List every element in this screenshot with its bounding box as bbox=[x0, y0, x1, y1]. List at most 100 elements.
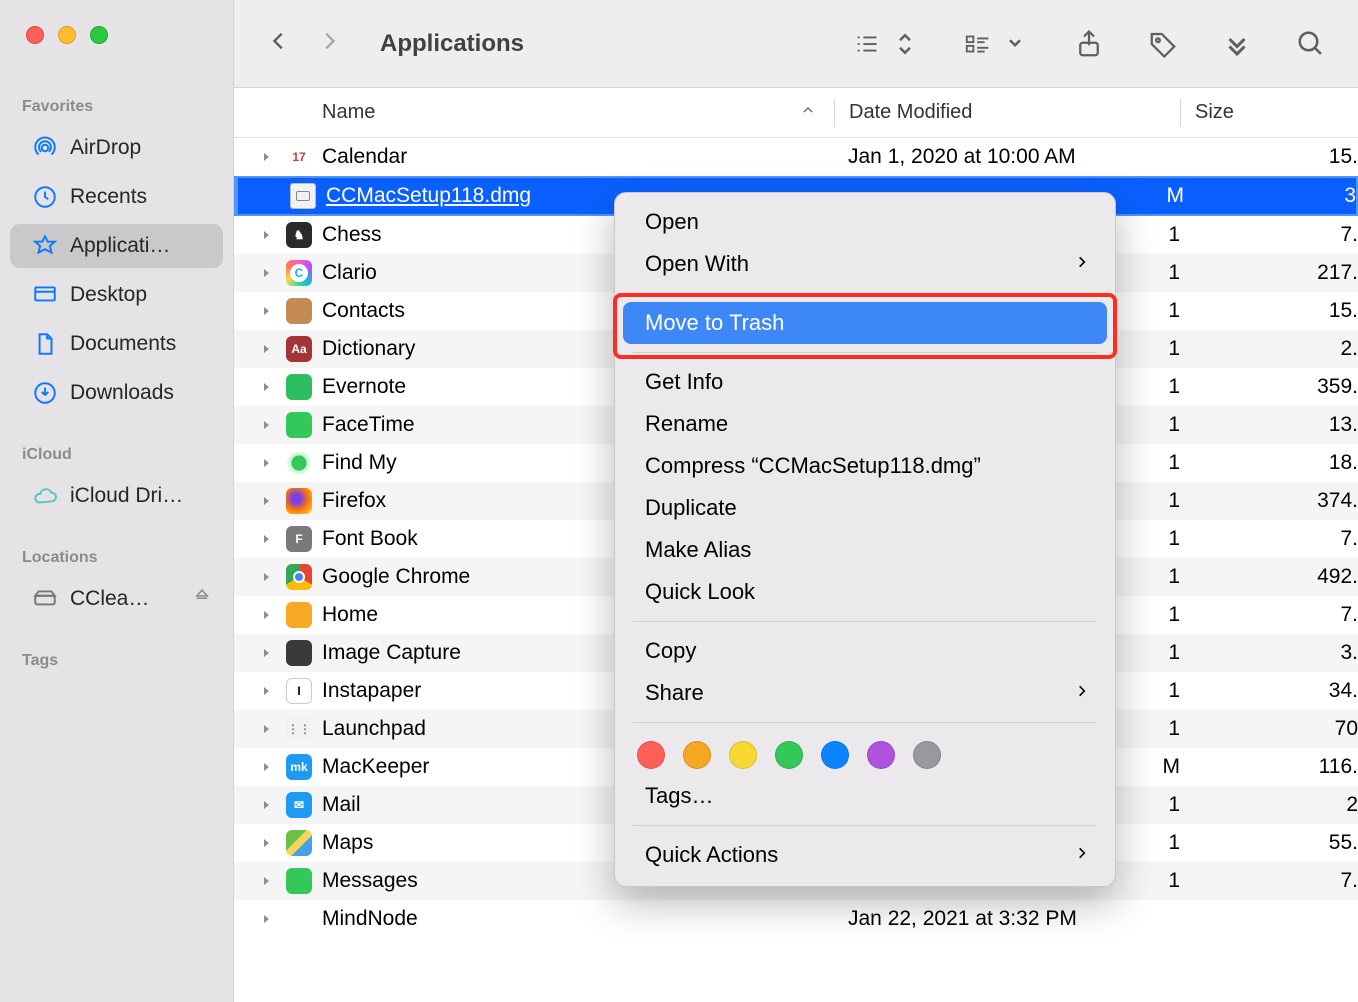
tags-button[interactable] bbox=[1148, 29, 1178, 59]
ctx-copy[interactable]: Copy bbox=[623, 630, 1107, 672]
disclosure-triangle-icon[interactable] bbox=[234, 723, 282, 735]
close-window-button[interactable] bbox=[26, 26, 44, 44]
file-icon bbox=[286, 183, 320, 209]
context-menu: Open Open With Move to Trash Get Info Re… bbox=[614, 192, 1116, 887]
ctx-move-to-trash[interactable]: Move to Trash bbox=[623, 302, 1107, 344]
forward-button[interactable] bbox=[318, 26, 340, 61]
sidebar-section-locations: Locations bbox=[0, 549, 233, 577]
column-size[interactable]: Size bbox=[1181, 101, 1358, 124]
column-name[interactable]: Name bbox=[234, 101, 834, 124]
sidebar-item-cclea-disk[interactable]: CClea… bbox=[10, 577, 223, 621]
file-icon: Aa bbox=[282, 336, 316, 362]
file-icon bbox=[282, 602, 316, 628]
file-size: 15. bbox=[1180, 299, 1358, 323]
file-size: 18. bbox=[1180, 451, 1358, 475]
file-icon bbox=[282, 412, 316, 438]
ctx-tag-colors bbox=[615, 731, 1115, 775]
sidebar-item-applications[interactable]: Applicati… bbox=[10, 224, 223, 268]
sidebar-item-airdrop[interactable]: AirDrop bbox=[10, 126, 223, 170]
tag-color-dot[interactable] bbox=[637, 741, 665, 769]
eject-icon[interactable] bbox=[193, 587, 211, 611]
ctx-tags[interactable]: Tags… bbox=[623, 775, 1107, 817]
file-name: Calendar bbox=[316, 145, 834, 169]
disclosure-triangle-icon[interactable] bbox=[234, 647, 282, 659]
disclosure-triangle-icon[interactable] bbox=[234, 495, 282, 507]
file-icon: mk bbox=[282, 754, 316, 780]
ctx-label: Tags… bbox=[645, 783, 713, 809]
ctx-open[interactable]: Open bbox=[623, 201, 1107, 243]
tag-color-dot[interactable] bbox=[729, 741, 757, 769]
chevron-right-icon bbox=[1075, 842, 1089, 868]
downloads-icon bbox=[32, 380, 58, 406]
ctx-duplicate[interactable]: Duplicate bbox=[623, 487, 1107, 529]
tag-color-dot[interactable] bbox=[683, 741, 711, 769]
chevron-right-icon bbox=[1075, 251, 1089, 277]
disclosure-triangle-icon[interactable] bbox=[234, 913, 282, 925]
tag-color-dot[interactable] bbox=[913, 741, 941, 769]
file-icon: ✉ bbox=[282, 792, 316, 818]
disclosure-triangle-icon[interactable] bbox=[234, 571, 282, 583]
disclosure-triangle-icon[interactable] bbox=[234, 267, 282, 279]
ctx-share[interactable]: Share bbox=[623, 672, 1107, 714]
disclosure-triangle-icon[interactable] bbox=[234, 837, 282, 849]
disclosure-triangle-icon[interactable] bbox=[234, 343, 282, 355]
back-button[interactable] bbox=[268, 26, 290, 61]
file-row[interactable]: MindNodeJan 22, 2021 at 3:32 PM bbox=[234, 900, 1358, 938]
file-icon: F bbox=[282, 526, 316, 552]
sidebar-item-documents[interactable]: Documents bbox=[10, 322, 223, 366]
window-title: Applications bbox=[380, 30, 524, 58]
ctx-make-alias[interactable]: Make Alias bbox=[623, 529, 1107, 571]
disclosure-triangle-icon[interactable] bbox=[234, 799, 282, 811]
disclosure-triangle-icon[interactable] bbox=[234, 457, 282, 469]
group-button[interactable] bbox=[964, 29, 1030, 59]
ctx-quick-actions[interactable]: Quick Actions bbox=[623, 834, 1107, 876]
sidebar: Favorites AirDrop Recents Applicati… Des… bbox=[0, 0, 234, 1002]
desktop-icon bbox=[32, 282, 58, 308]
sidebar-section-icloud: iCloud bbox=[0, 446, 233, 474]
view-list-button[interactable] bbox=[854, 29, 920, 59]
disclosure-triangle-icon[interactable] bbox=[234, 151, 282, 163]
disclosure-triangle-icon[interactable] bbox=[234, 381, 282, 393]
disclosure-triangle-icon[interactable] bbox=[234, 609, 282, 621]
disclosure-triangle-icon[interactable] bbox=[234, 305, 282, 317]
minimize-window-button[interactable] bbox=[58, 26, 76, 44]
disclosure-triangle-icon[interactable] bbox=[234, 229, 282, 241]
file-icon bbox=[282, 374, 316, 400]
disclosure-triangle-icon[interactable] bbox=[234, 761, 282, 773]
column-name-label: Name bbox=[322, 101, 375, 124]
airdrop-icon bbox=[32, 135, 58, 161]
sidebar-item-iclouddrive[interactable]: iCloud Dri… bbox=[10, 474, 223, 518]
disclosure-triangle-icon[interactable] bbox=[234, 685, 282, 697]
file-size: 13. bbox=[1180, 413, 1358, 437]
disclosure-triangle-icon[interactable] bbox=[234, 533, 282, 545]
file-size: 359. bbox=[1180, 375, 1358, 399]
file-icon bbox=[282, 640, 316, 666]
file-row[interactable]: 17CalendarJan 1, 2020 at 10:00 AM15. bbox=[234, 138, 1358, 176]
disclosure-triangle-icon[interactable] bbox=[234, 875, 282, 887]
ctx-quick-look[interactable]: Quick Look bbox=[623, 571, 1107, 613]
share-button[interactable] bbox=[1074, 29, 1104, 59]
file-size: 7. bbox=[1180, 603, 1358, 627]
search-button[interactable] bbox=[1296, 29, 1326, 59]
file-size: 15. bbox=[1180, 145, 1358, 169]
tag-color-dot[interactable] bbox=[821, 741, 849, 769]
tag-color-dot[interactable] bbox=[775, 741, 803, 769]
finder-window: Favorites AirDrop Recents Applicati… Des… bbox=[0, 0, 1358, 1002]
ctx-compress[interactable]: Compress “CCMacSetup118.dmg” bbox=[623, 445, 1107, 487]
ctx-label: Share bbox=[645, 680, 704, 706]
sidebar-item-label: Documents bbox=[70, 332, 211, 356]
maximize-window-button[interactable] bbox=[90, 26, 108, 44]
sidebar-item-recents[interactable]: Recents bbox=[10, 175, 223, 219]
tag-color-dot[interactable] bbox=[867, 741, 895, 769]
file-icon bbox=[282, 564, 316, 590]
document-icon bbox=[32, 331, 58, 357]
ctx-open-with[interactable]: Open With bbox=[623, 243, 1107, 285]
disclosure-triangle-icon[interactable] bbox=[234, 419, 282, 431]
more-button[interactable] bbox=[1222, 29, 1252, 59]
sidebar-item-downloads[interactable]: Downloads bbox=[10, 371, 223, 415]
ctx-rename[interactable]: Rename bbox=[623, 403, 1107, 445]
ctx-get-info[interactable]: Get Info bbox=[623, 361, 1107, 403]
column-date[interactable]: Date Modified bbox=[835, 101, 1180, 124]
cloud-icon bbox=[32, 483, 58, 509]
sidebar-item-desktop[interactable]: Desktop bbox=[10, 273, 223, 317]
